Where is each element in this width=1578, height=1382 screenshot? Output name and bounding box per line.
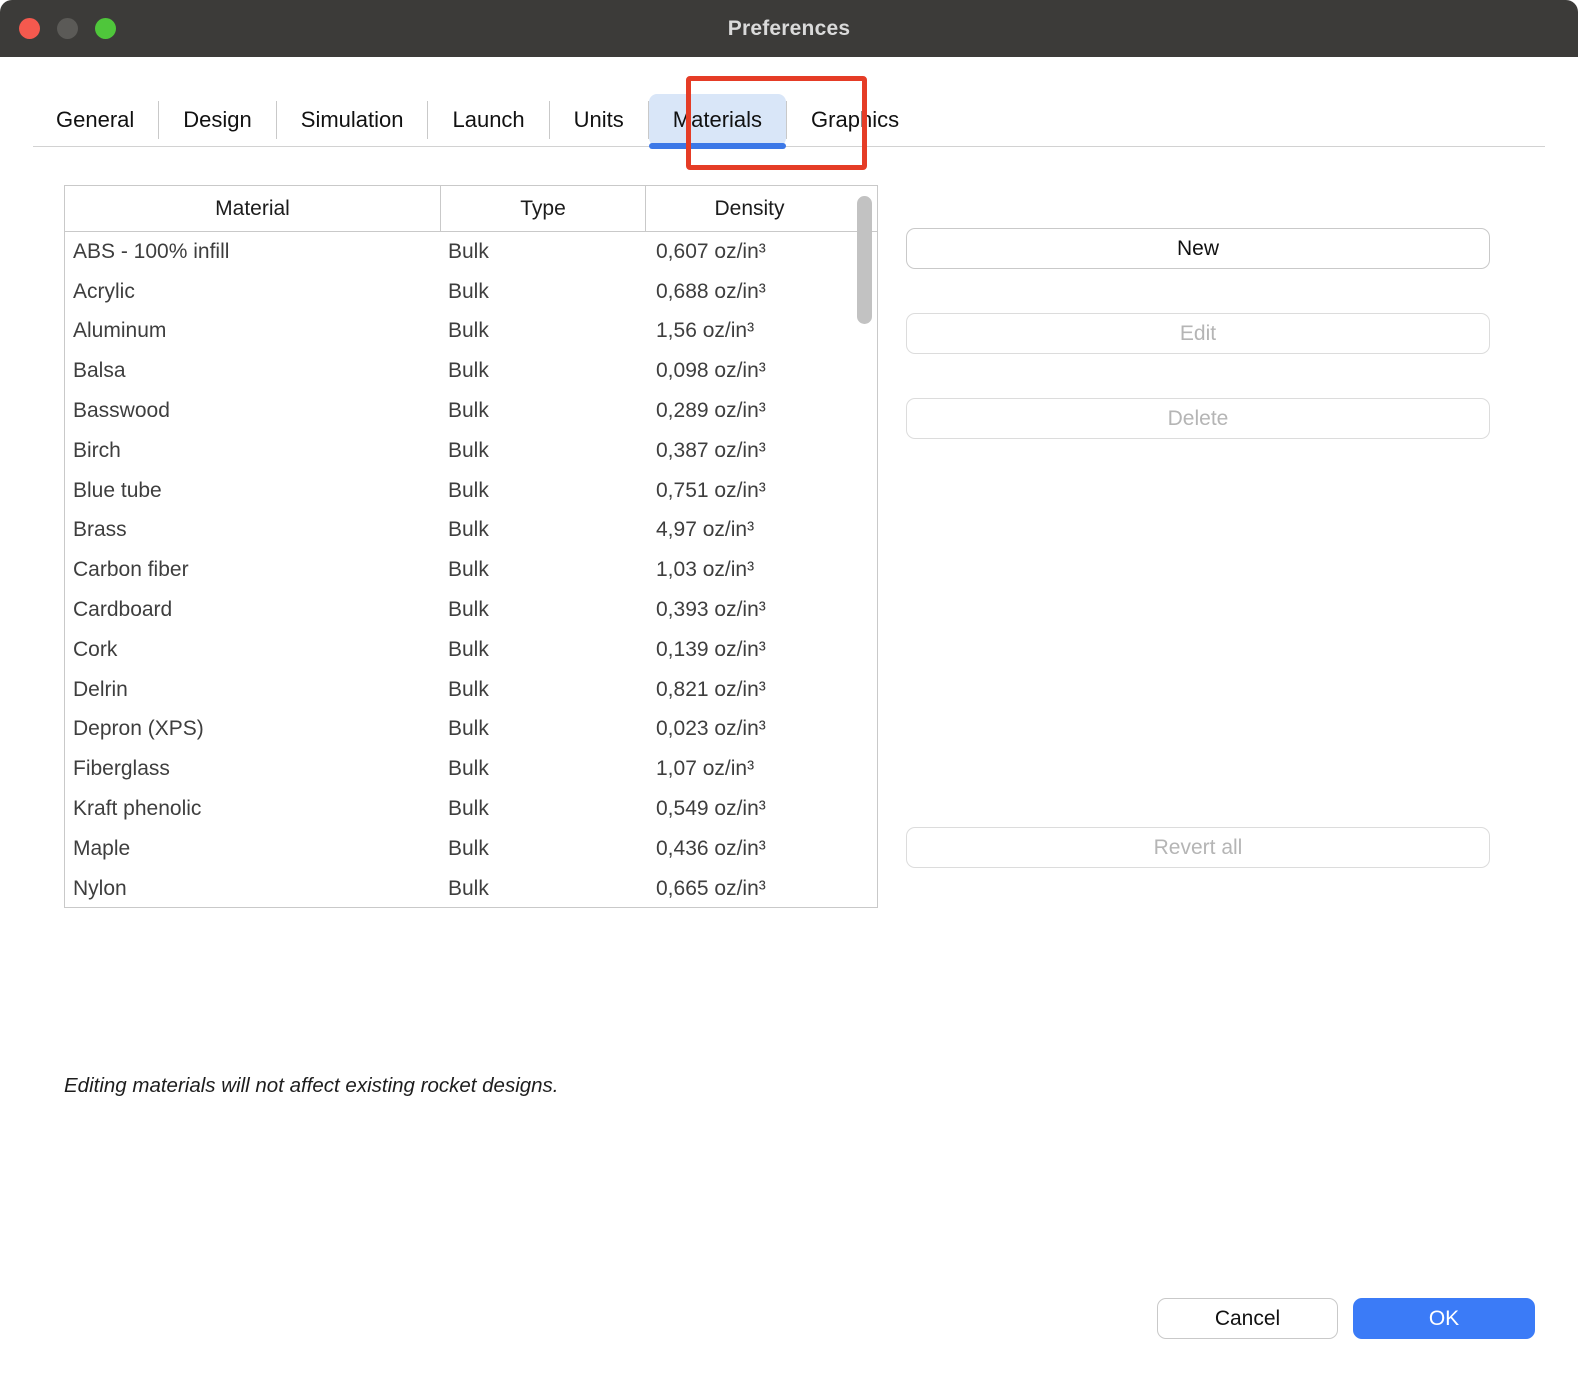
table-row[interactable]: Blue tube Bulk 0,751 oz/in³ xyxy=(65,471,877,511)
cell-density: 0,023 oz/in³ xyxy=(646,710,853,750)
table-row[interactable]: Nylon Bulk 0,665 oz/in³ xyxy=(65,869,877,908)
table-row[interactable]: Cork Bulk 0,139 oz/in³ xyxy=(65,630,877,670)
edit-button[interactable]: Edit xyxy=(906,313,1490,354)
cell-material: Birch xyxy=(65,431,441,471)
table-row[interactable]: Delrin Bulk 0,821 oz/in³ xyxy=(65,670,877,710)
column-header-density[interactable]: Density xyxy=(646,186,853,231)
table-row[interactable]: Brass Bulk 4,97 oz/in³ xyxy=(65,511,877,551)
cell-type: Bulk xyxy=(441,590,646,630)
column-header-type[interactable]: Type xyxy=(441,186,646,231)
cell-type: Bulk xyxy=(441,829,646,869)
cell-material: Cardboard xyxy=(65,590,441,630)
cell-density: 0,098 oz/in³ xyxy=(646,351,853,391)
preferences-window: Preferences General Design Simulation La… xyxy=(0,0,1578,1382)
cell-density: 0,139 oz/in³ xyxy=(646,630,853,670)
cell-material: Fiberglass xyxy=(65,749,441,789)
table-scrollbar[interactable] xyxy=(857,196,872,324)
cell-type: Bulk xyxy=(441,232,646,272)
titlebar: Preferences xyxy=(0,0,1578,57)
tab-graphics[interactable]: Graphics xyxy=(787,94,923,146)
tab-design[interactable]: Design xyxy=(159,94,275,146)
traffic-lights xyxy=(19,18,116,39)
cell-type: Bulk xyxy=(441,431,646,471)
table-row[interactable]: ABS - 100% infill Bulk 0,607 oz/in³ xyxy=(65,232,877,272)
cell-density: 4,97 oz/in³ xyxy=(646,511,853,551)
cell-material: Aluminum xyxy=(65,312,441,352)
cell-type: Bulk xyxy=(441,351,646,391)
cell-density: 1,56 oz/in³ xyxy=(646,312,853,352)
cell-material: Depron (XPS) xyxy=(65,710,441,750)
cell-type: Bulk xyxy=(441,272,646,312)
table-header: Material Type Density xyxy=(65,186,877,232)
cell-density: 1,03 oz/in³ xyxy=(646,550,853,590)
cell-material: Acrylic xyxy=(65,272,441,312)
new-button[interactable]: New xyxy=(906,228,1490,269)
tab-bar-divider xyxy=(33,146,1545,147)
minimize-button[interactable] xyxy=(57,18,78,39)
table-row[interactable]: Depron (XPS) Bulk 0,023 oz/in³ xyxy=(65,710,877,750)
cell-density: 0,751 oz/in³ xyxy=(646,471,853,511)
tab-general[interactable]: General xyxy=(32,94,158,146)
cell-density: 0,549 oz/in³ xyxy=(646,789,853,829)
tab-materials[interactable]: Materials xyxy=(649,94,786,146)
table-row[interactable]: Cardboard Bulk 0,393 oz/in³ xyxy=(65,590,877,630)
cell-material: Maple xyxy=(65,829,441,869)
cell-density: 0,436 oz/in³ xyxy=(646,829,853,869)
tab-bar: General Design Simulation Launch Units M… xyxy=(32,94,923,146)
cell-material: Basswood xyxy=(65,391,441,431)
column-header-material[interactable]: Material xyxy=(65,186,441,231)
cell-type: Bulk xyxy=(441,789,646,829)
delete-button[interactable]: Delete xyxy=(906,398,1490,439)
tab-launch[interactable]: Launch xyxy=(428,94,548,146)
table-row[interactable]: Balsa Bulk 0,098 oz/in³ xyxy=(65,351,877,391)
table-row[interactable]: Acrylic Bulk 0,688 oz/in³ xyxy=(65,272,877,312)
cell-type: Bulk xyxy=(441,391,646,431)
cell-density: 0,393 oz/in³ xyxy=(646,590,853,630)
cell-density: 0,821 oz/in³ xyxy=(646,670,853,710)
table-row[interactable]: Basswood Bulk 0,289 oz/in³ xyxy=(65,391,877,431)
cell-type: Bulk xyxy=(441,550,646,590)
cell-material: Blue tube xyxy=(65,471,441,511)
table-row[interactable]: Birch Bulk 0,387 oz/in³ xyxy=(65,431,877,471)
cell-type: Bulk xyxy=(441,630,646,670)
cell-type: Bulk xyxy=(441,511,646,551)
materials-table: Material Type Density ABS - 100% infill … xyxy=(64,185,878,908)
materials-note: Editing materials will not affect existi… xyxy=(64,1074,559,1098)
table-row[interactable]: Carbon fiber Bulk 1,03 oz/in³ xyxy=(65,550,877,590)
table-row[interactable]: Aluminum Bulk 1,56 oz/in³ xyxy=(65,312,877,352)
cell-type: Bulk xyxy=(441,869,646,908)
table-row[interactable]: Maple Bulk 0,436 oz/in³ xyxy=(65,829,877,869)
cell-material: Delrin xyxy=(65,670,441,710)
window-title: Preferences xyxy=(728,17,850,41)
cancel-button[interactable]: Cancel xyxy=(1157,1298,1338,1339)
cell-material: Kraft phenolic xyxy=(65,789,441,829)
table-row[interactable]: Fiberglass Bulk 1,07 oz/in³ xyxy=(65,749,877,789)
cell-material: ABS - 100% infill xyxy=(65,232,441,272)
table-row[interactable]: Kraft phenolic Bulk 0,549 oz/in³ xyxy=(65,789,877,829)
cell-density: 0,607 oz/in³ xyxy=(646,232,853,272)
cell-type: Bulk xyxy=(441,471,646,511)
cell-material: Carbon fiber xyxy=(65,550,441,590)
cell-density: 0,289 oz/in³ xyxy=(646,391,853,431)
cell-type: Bulk xyxy=(441,710,646,750)
cell-density: 1,07 oz/in³ xyxy=(646,749,853,789)
tab-simulation[interactable]: Simulation xyxy=(277,94,428,146)
cell-type: Bulk xyxy=(441,749,646,789)
cell-material: Brass xyxy=(65,511,441,551)
cell-material: Nylon xyxy=(65,869,441,908)
cell-type: Bulk xyxy=(441,670,646,710)
close-button[interactable] xyxy=(19,18,40,39)
zoom-button[interactable] xyxy=(95,18,116,39)
ok-button[interactable]: OK xyxy=(1353,1298,1535,1339)
cell-density: 0,688 oz/in³ xyxy=(646,272,853,312)
cell-type: Bulk xyxy=(441,312,646,352)
cell-density: 0,387 oz/in³ xyxy=(646,431,853,471)
revert-all-button[interactable]: Revert all xyxy=(906,827,1490,868)
cell-material: Balsa xyxy=(65,351,441,391)
cell-density: 0,665 oz/in³ xyxy=(646,869,853,908)
cell-material: Cork xyxy=(65,630,441,670)
tab-units[interactable]: Units xyxy=(550,94,648,146)
